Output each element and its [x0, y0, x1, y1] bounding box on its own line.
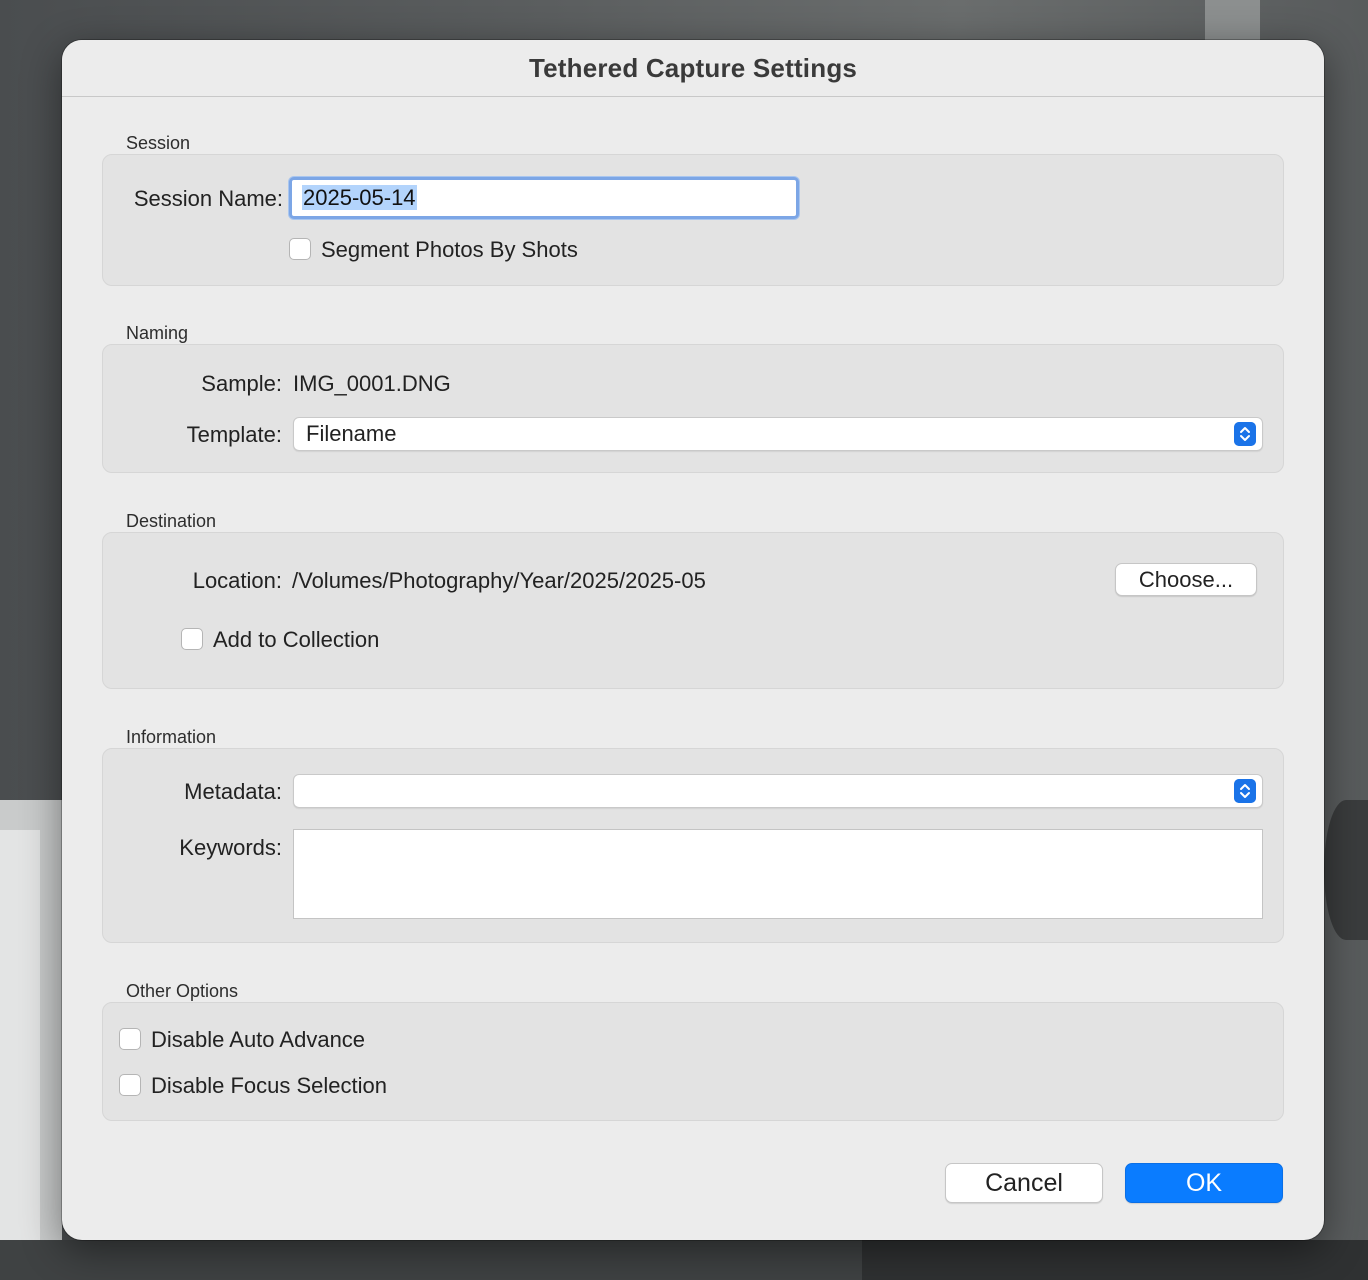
other-options-group: Disable Auto Advance Disable Focus Selec… — [102, 1002, 1284, 1121]
ok-button[interactable]: OK — [1125, 1163, 1283, 1203]
session-group: Session Name: 2025-05-14 Segment Photos … — [102, 154, 1284, 286]
keywords-label: Keywords: — [179, 835, 282, 860]
sample-label: Sample: — [201, 371, 282, 396]
dialog-title: Tethered Capture Settings — [528, 52, 858, 83]
disable-focus-selection-label: Disable Focus Selection — [151, 1073, 388, 1098]
metadata-label: Metadata: — [184, 779, 282, 804]
information-group: Metadata: Keywords: — [102, 748, 1284, 943]
destination-group: Location: /Volumes/Photography/Year/2025… — [102, 532, 1284, 689]
keywords-textarea[interactable] — [293, 829, 1263, 919]
disable-auto-advance-checkbox[interactable] — [119, 1028, 141, 1050]
section-label-session: Session — [126, 133, 191, 153]
template-label: Template: — [186, 422, 282, 447]
session-name-value: 2025-05-14 — [302, 185, 417, 210]
segment-photos-label: Segment Photos By Shots — [321, 237, 578, 262]
session-name-label: Session Name: — [133, 186, 283, 211]
chevron-up-down-icon — [1234, 779, 1256, 803]
background-shape — [1205, 0, 1260, 40]
background-shape — [862, 1240, 1368, 1280]
section-label-other-options: Other Options — [126, 981, 239, 1001]
cancel-button[interactable]: Cancel — [945, 1163, 1103, 1203]
tethered-capture-dialog: Tethered Capture Settings Session Sessio… — [62, 40, 1324, 1240]
chevron-up-down-icon — [1234, 422, 1256, 446]
template-select[interactable]: Filename — [293, 417, 1263, 451]
location-value: /Volumes/Photography/Year/2025/2025-05 — [292, 568, 706, 593]
section-label-information: Information — [126, 727, 217, 747]
location-label: Location: — [192, 568, 282, 593]
naming-group: Sample: IMG_0001.DNG Template: Filename — [102, 344, 1284, 473]
background-shape — [1324, 800, 1368, 940]
segment-photos-checkbox[interactable] — [289, 238, 311, 260]
disable-auto-advance-label: Disable Auto Advance — [151, 1027, 366, 1052]
add-to-collection-checkbox[interactable] — [181, 628, 203, 650]
section-label-naming: Naming — [126, 323, 189, 343]
background-shape — [0, 830, 40, 1240]
section-label-destination: Destination — [126, 511, 217, 531]
choose-button[interactable]: Choose... — [1115, 563, 1257, 596]
metadata-select[interactable] — [293, 774, 1263, 808]
sample-value: IMG_0001.DNG — [293, 371, 451, 396]
disable-focus-selection-checkbox[interactable] — [119, 1074, 141, 1096]
template-value: Filename — [306, 421, 397, 446]
title-bar: Tethered Capture Settings — [62, 40, 1324, 97]
session-name-input[interactable]: 2025-05-14 — [289, 177, 799, 219]
add-to-collection-label: Add to Collection — [213, 627, 380, 652]
